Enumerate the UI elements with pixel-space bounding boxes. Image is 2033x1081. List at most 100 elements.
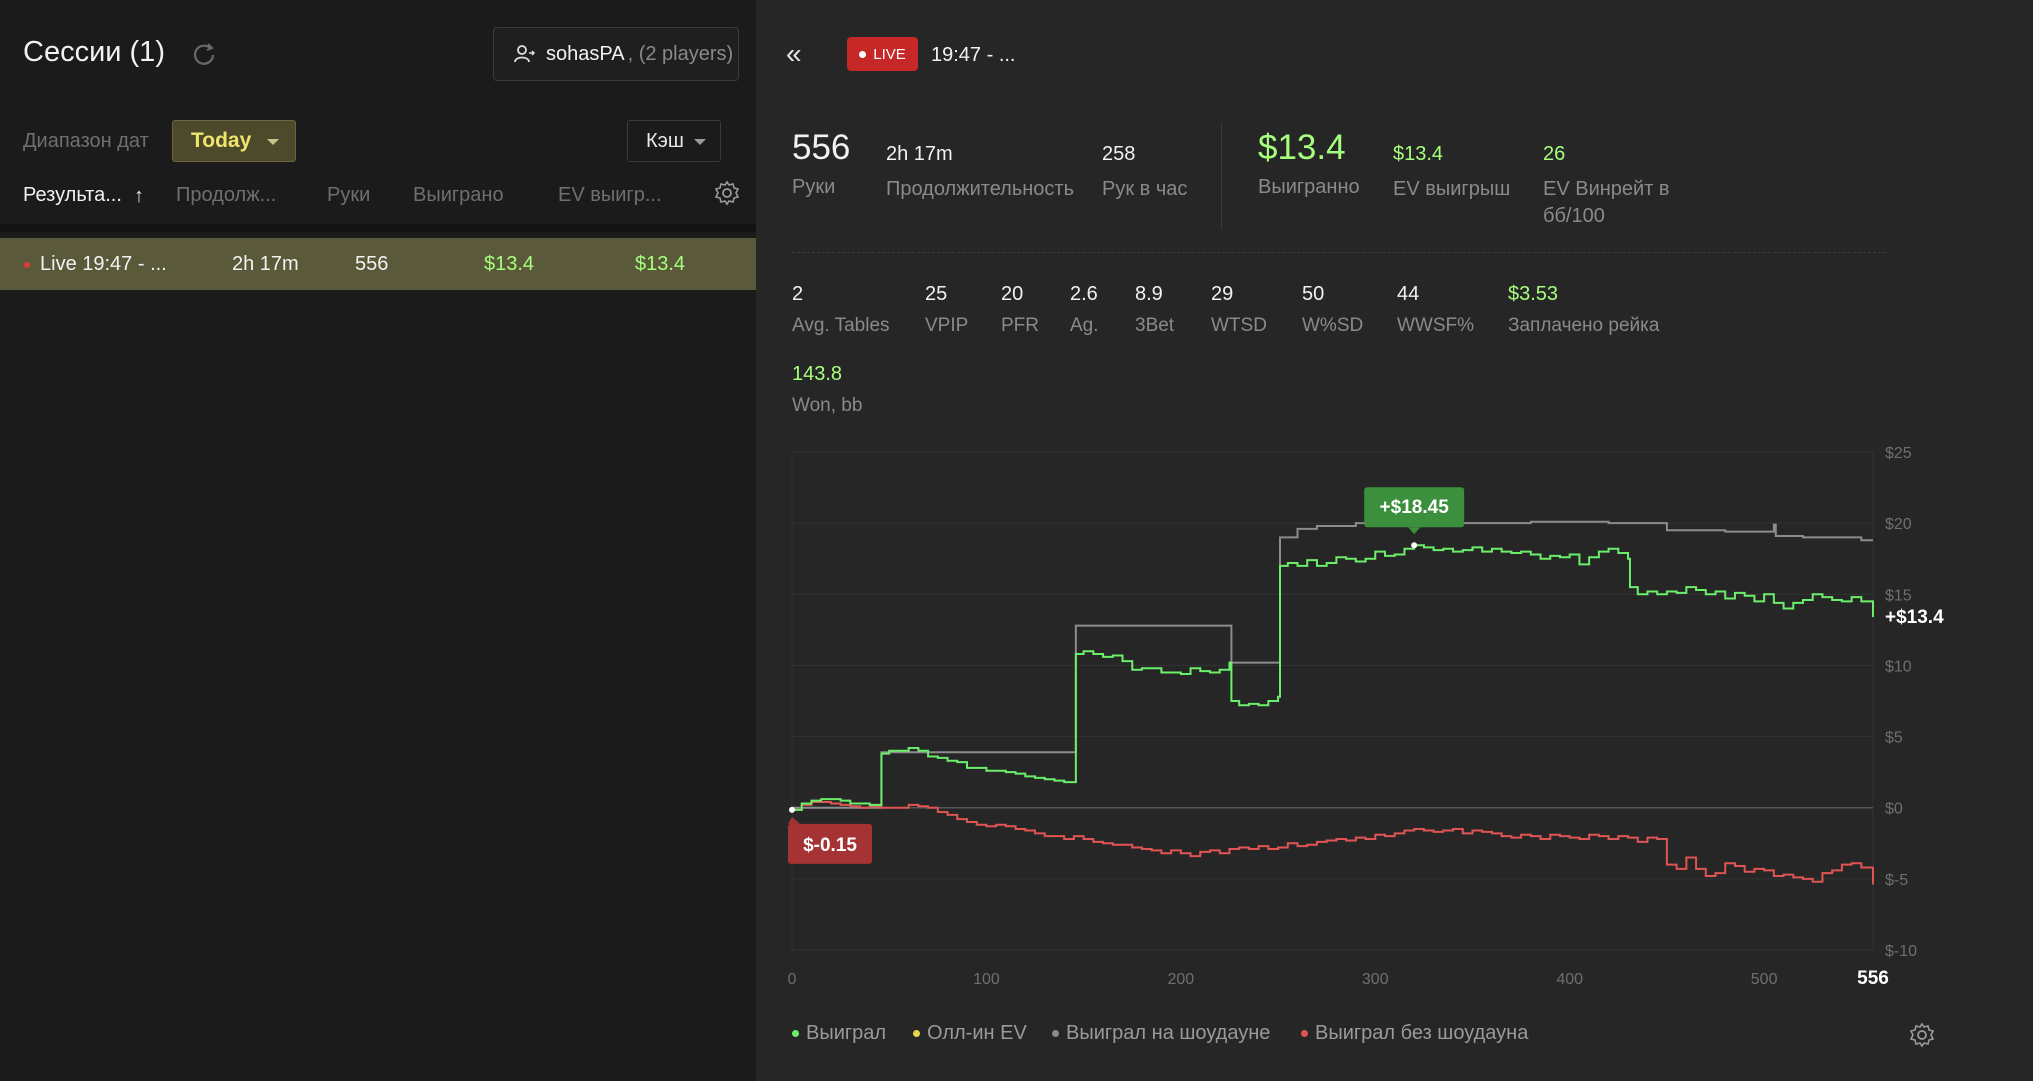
y-tick-label: $5 (1885, 730, 1903, 747)
row-ev-won: $13.4 (635, 253, 686, 275)
stat-label: PFR (1001, 315, 1039, 336)
gear-icon[interactable] (714, 180, 740, 206)
legend-dot-icon (1052, 1030, 1059, 1037)
y-tick-label: $25 (1885, 445, 1912, 462)
date-range-label: Диапазон дат (23, 130, 149, 152)
session-title: 19:47 - ... (931, 44, 1016, 66)
stat-label: WTSD (1211, 315, 1267, 336)
column-header-result[interactable]: Результа... (23, 184, 122, 207)
table-row[interactable]: Live 19:47 - ... 2h 17m 556 $13.4 $13.4 (0, 238, 756, 290)
live-dot-icon (859, 50, 867, 58)
stat-ev-won: $13.4 EV выигрыш (1393, 143, 1510, 203)
stat-3bet: 8.9 3Bet (1135, 283, 1174, 339)
legend-label: Олл-ин EV (927, 1022, 1027, 1044)
collapse-icon[interactable]: « (786, 40, 802, 68)
stat-label: Рук в час (1102, 178, 1188, 200)
x-tick-label: 100 (973, 971, 1000, 988)
stat-label: Ag. (1070, 315, 1099, 336)
row-duration: 2h 17m (232, 253, 299, 275)
player-name: sohasPA (546, 42, 625, 65)
stat-label: WWSF% (1397, 315, 1475, 336)
stat-rake: $3.53 Заплачено рейка (1508, 283, 1659, 339)
stat-won: $13.4 Выигранно (1258, 128, 1360, 201)
stat-wtsd: 29 WTSD (1211, 283, 1267, 339)
column-header-hands[interactable]: Руки (327, 184, 370, 207)
chevron-down-icon (694, 139, 706, 145)
stat-wsd: 50 W%SD (1302, 283, 1363, 339)
stat-value: 25 (925, 283, 948, 305)
stat-value: 8.9 (1135, 283, 1163, 305)
game-type-dropdown[interactable]: Кэш (627, 120, 721, 162)
x-end-label: 556 (1857, 968, 1889, 989)
stat-label: Won, bb (792, 395, 863, 416)
legend-item-nonshowdown[interactable]: Выиграл без шоудауна (1301, 1022, 1528, 1045)
player-count: , (2 players) (627, 42, 734, 65)
x-tick-label: 500 (1751, 971, 1778, 988)
y-tick-label: $10 (1885, 658, 1912, 675)
stat-value: 556 (792, 128, 851, 167)
y-tick-label: $-10 (1885, 943, 1917, 960)
min-callout-pointer (788, 816, 800, 824)
x-tick-label: 300 (1362, 971, 1389, 988)
stat-vpip: 25 VPIP (925, 283, 968, 339)
gear-icon[interactable] (1909, 1022, 1935, 1048)
live-label: LIVE (873, 45, 906, 63)
row-won: $13.4 (484, 253, 535, 275)
legend-item-allin-ev[interactable]: Олл-ин EV (913, 1022, 1027, 1045)
sort-ascending-icon[interactable]: ↑ (134, 185, 144, 208)
legend-dot-icon (792, 1030, 799, 1037)
legend-dot-icon (1301, 1030, 1308, 1037)
stat-value: 50 (1302, 283, 1325, 305)
stat-label: Продолжительность (886, 178, 1074, 200)
stat-value: $3.53 (1508, 283, 1559, 305)
column-header-ev-won[interactable]: EV выигр... (558, 184, 662, 207)
chevron-down-icon (267, 139, 279, 145)
stat-hands: 556 Руки (792, 128, 850, 201)
last-value-label: +$13.4 (1885, 607, 1944, 628)
row-session-name: Live 19:47 - ... (40, 253, 167, 275)
refresh-icon[interactable] (190, 40, 218, 68)
y-tick-label: $15 (1885, 587, 1912, 604)
stat-hands-per-hour: 258 Рук в час (1102, 143, 1187, 203)
nonshowdown-line (792, 801, 1874, 885)
max-callout-label: +$18.45 (1380, 497, 1450, 518)
stat-label: Руки (792, 176, 836, 198)
stat-value: 2h 17m (886, 143, 953, 165)
stat-label: W%SD (1302, 315, 1364, 336)
sessions-title: Сессии (1) (23, 36, 165, 68)
stat-value: 2.6 (1070, 283, 1098, 305)
start-point (789, 806, 795, 813)
legend-item-won[interactable]: Выиграл (792, 1022, 886, 1045)
stats-divider (1221, 122, 1222, 230)
legend-label: Выиграл без шоудауна (1315, 1022, 1529, 1044)
stat-label: Заплачено рейка (1508, 315, 1660, 336)
stat-won-bb: 143.8 Won, bb (792, 363, 862, 419)
stats-separator (792, 252, 1886, 253)
legend-label: Выиграл на шоудауне (1066, 1022, 1271, 1044)
stat-label: Avg. Tables (792, 315, 890, 336)
player-selector-button[interactable]: sohasPA , (2 players) (493, 27, 739, 81)
date-range-dropdown[interactable]: Today (172, 120, 296, 162)
stat-label: Выигранно (1258, 176, 1360, 198)
stat-pfr: 20 PFR (1001, 283, 1039, 339)
stat-duration: 2h 17m Продолжительность (886, 143, 1074, 203)
live-dot-icon (24, 262, 30, 268)
winnings-chart: +$18.45 $-0.15 $25 $20 $15 $10 $5 $0 $-5 $-10 0 10… (788, 445, 1945, 989)
legend-item-showdown[interactable]: Выиграл на шоудауне (1052, 1022, 1270, 1045)
stat-label: EV Винрейт в бб/100 (1543, 178, 1670, 227)
user-swap-icon (514, 45, 536, 63)
y-tick-label: $0 (1885, 801, 1903, 818)
column-header-won[interactable]: Выиграно (413, 184, 504, 207)
won-line (792, 544, 1874, 811)
showdown-line (792, 520, 1873, 809)
stat-wwsf: 44 WWSF% (1397, 283, 1474, 339)
stat-value: 20 (1001, 283, 1024, 305)
row-hands: 556 (355, 253, 389, 275)
max-point (1411, 542, 1418, 549)
table-header-separator (0, 224, 756, 232)
column-header-duration[interactable]: Продолж... (176, 184, 276, 207)
stat-value: 258 (1102, 143, 1136, 165)
sessions-panel: Сессии (1) sohasPA , (2 players) Диапазо… (0, 0, 756, 1081)
stat-value: 26 (1543, 143, 1566, 165)
stat-label: 3Bet (1135, 315, 1175, 336)
